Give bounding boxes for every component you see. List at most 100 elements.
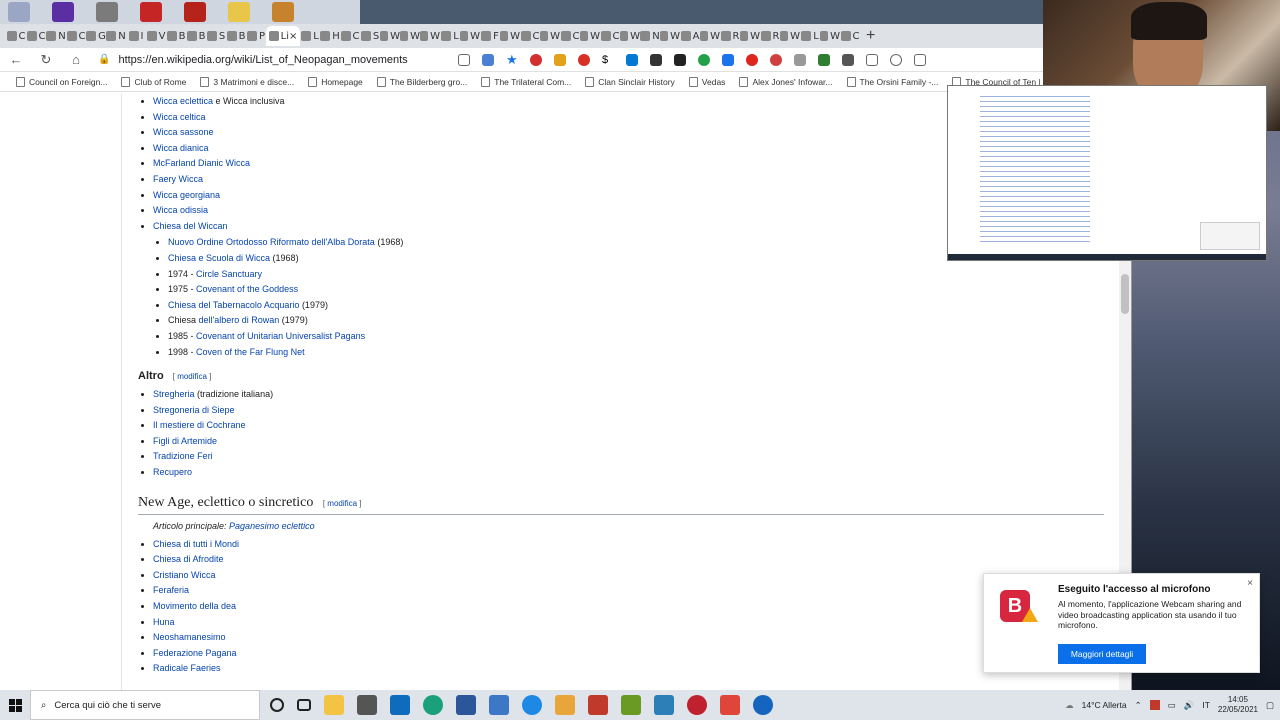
tray-icon[interactable]: [1149, 700, 1160, 710]
edit-link-text[interactable]: modifica: [177, 372, 207, 381]
browser-tab[interactable]: W: [500, 26, 520, 46]
app-icon[interactable]: [621, 695, 641, 715]
browser-tab[interactable]: S: [206, 26, 226, 46]
tab-active[interactable]: Li ×: [266, 26, 300, 46]
wiki-link[interactable]: Feraferia: [153, 585, 189, 595]
favorites-icon[interactable]: [866, 53, 878, 66]
start-button[interactable]: [0, 690, 30, 720]
wiki-link[interactable]: Covenant of the Goddess: [196, 284, 298, 294]
bookmark-item[interactable]: Clan Sinclair History: [585, 76, 675, 87]
wiki-link[interactable]: Stregheria: [153, 389, 195, 399]
edit-link-text[interactable]: modifica: [327, 499, 357, 508]
browser-tab[interactable]: W: [400, 26, 420, 46]
browser-tab[interactable]: W: [780, 26, 800, 46]
hatnote-link[interactable]: Paganesimo eclettico: [229, 521, 315, 531]
home-icon[interactable]: ⌂: [68, 52, 84, 67]
ie-icon[interactable]: [522, 695, 542, 715]
wiki-link[interactable]: Recupero: [153, 467, 192, 477]
browser-tab[interactable]: L: [440, 26, 460, 46]
browser-tab[interactable]: A: [680, 26, 700, 46]
browser-tab[interactable]: R: [720, 26, 740, 46]
volume-icon[interactable]: 🔊: [1184, 700, 1195, 711]
browser-tab[interactable]: W: [460, 26, 480, 46]
browser-tab[interactable]: W: [820, 26, 840, 46]
reader-icon[interactable]: [458, 53, 470, 66]
desktop-app-icon[interactable]: [184, 2, 206, 22]
desktop-app-icon[interactable]: [228, 2, 250, 22]
notifications-icon[interactable]: ▢: [1266, 700, 1274, 711]
address-bar[interactable]: 🔒 https://en.wikipedia.org/wiki/List_of_…: [98, 54, 438, 66]
browser-tab[interactable]: C: [560, 26, 580, 46]
wiki-link[interactable]: Wicca odissia: [153, 205, 208, 215]
wiki-link[interactable]: McFarland Dianic Wicca: [153, 158, 250, 168]
opera-icon[interactable]: [687, 695, 707, 715]
edit-section-link[interactable]: [ modifica ]: [173, 372, 212, 381]
qr-icon[interactable]: [650, 53, 662, 66]
chevron-up-icon[interactable]: ⌃: [1135, 700, 1142, 711]
history-icon[interactable]: [890, 53, 902, 66]
wiki-link[interactable]: dell'albero di Rowan: [199, 315, 280, 325]
browser-tab[interactable]: W: [380, 26, 400, 46]
browser-tab[interactable]: G: [86, 26, 106, 46]
wiki-link[interactable]: Stregoneria di Siepe: [153, 405, 235, 415]
browser-tab[interactable]: B: [186, 26, 206, 46]
browser-tab[interactable]: W: [740, 26, 760, 46]
bookmark-item[interactable]: Club of Rome: [121, 76, 186, 87]
wiki-link[interactable]: Radicale Faeries: [153, 663, 221, 673]
file-explorer-icon[interactable]: [324, 695, 344, 715]
record-icon[interactable]: [578, 53, 590, 66]
edit-section-link[interactable]: [ modifica ]: [323, 499, 362, 508]
browser-tab[interactable]: W: [700, 26, 720, 46]
browser-tab[interactable]: W: [580, 26, 600, 46]
app-icon[interactable]: [753, 695, 773, 715]
wiki-link[interactable]: Wicca eclettica: [153, 96, 213, 106]
wiki-link[interactable]: Neoshamanesimo: [153, 632, 226, 642]
app-icon[interactable]: [588, 695, 608, 715]
browser-tab[interactable]: V: [146, 26, 166, 46]
browser-tab[interactable]: W: [620, 26, 640, 46]
collections-icon[interactable]: [914, 53, 926, 66]
weather-icon[interactable]: ☁: [1065, 700, 1074, 711]
store-icon[interactable]: [357, 695, 377, 715]
wiki-link[interactable]: Circle Sanctuary: [196, 269, 262, 279]
browser-tab[interactable]: W: [420, 26, 440, 46]
bookmark-star-icon[interactable]: ★: [506, 53, 518, 66]
wiki-link[interactable]: Covenant of Unitarian Universalist Pagan…: [196, 331, 365, 341]
dollar-icon[interactable]: $: [602, 54, 614, 66]
browser-tab[interactable]: I: [126, 26, 146, 46]
bookmark-item[interactable]: Homepage: [308, 76, 363, 87]
browser-tab[interactable]: N: [46, 26, 66, 46]
bookmark-item[interactable]: Vedas: [688, 76, 725, 87]
wiki-link[interactable]: Huna: [153, 617, 175, 627]
back-icon[interactable]: ←: [8, 52, 24, 67]
wiki-link[interactable]: Faery Wicca: [153, 174, 203, 184]
wiki-link[interactable]: Chiesa di tutti i Mondi: [153, 539, 239, 549]
bookmark-item[interactable]: Alex Jones' Infowar...: [739, 76, 833, 87]
browser-tab[interactable]: N: [640, 26, 660, 46]
network-icon[interactable]: ▭: [1168, 700, 1176, 711]
edge-icon[interactable]: [423, 695, 443, 715]
bookmark-item[interactable]: The Bilderberg gro...: [376, 76, 467, 87]
brave-icon[interactable]: [720, 695, 740, 715]
wiki-link[interactable]: Figli di Artemide: [153, 436, 217, 446]
extension-icon[interactable]: [770, 53, 782, 66]
extension-icon[interactable]: [722, 53, 734, 66]
browser-tab[interactable]: L: [800, 26, 820, 46]
browser-tab[interactable]: R: [760, 26, 780, 46]
browser-tab[interactable]: B: [226, 26, 246, 46]
desktop-app-icon[interactable]: [52, 2, 74, 22]
desktop-app-icon[interactable]: [96, 2, 118, 22]
browser-tab[interactable]: W: [660, 26, 680, 46]
browser-tab[interactable]: L: [300, 26, 320, 46]
reload-icon[interactable]: ↻: [38, 52, 54, 68]
weather-text[interactable]: 14°C Allerta: [1082, 700, 1127, 710]
wiki-link[interactable]: Cristiano Wicca: [153, 570, 216, 580]
browser-tab[interactable]: C: [66, 26, 86, 46]
wiki-link[interactable]: Coven of the Far Flung Net: [196, 347, 305, 357]
desktop-app-icon[interactable]: [140, 2, 162, 22]
mail-icon[interactable]: [390, 695, 410, 715]
app-icon[interactable]: [654, 695, 674, 715]
browser-tab[interactable]: B: [166, 26, 186, 46]
new-tab-button[interactable]: +: [866, 27, 875, 45]
app-icon[interactable]: [489, 695, 509, 715]
